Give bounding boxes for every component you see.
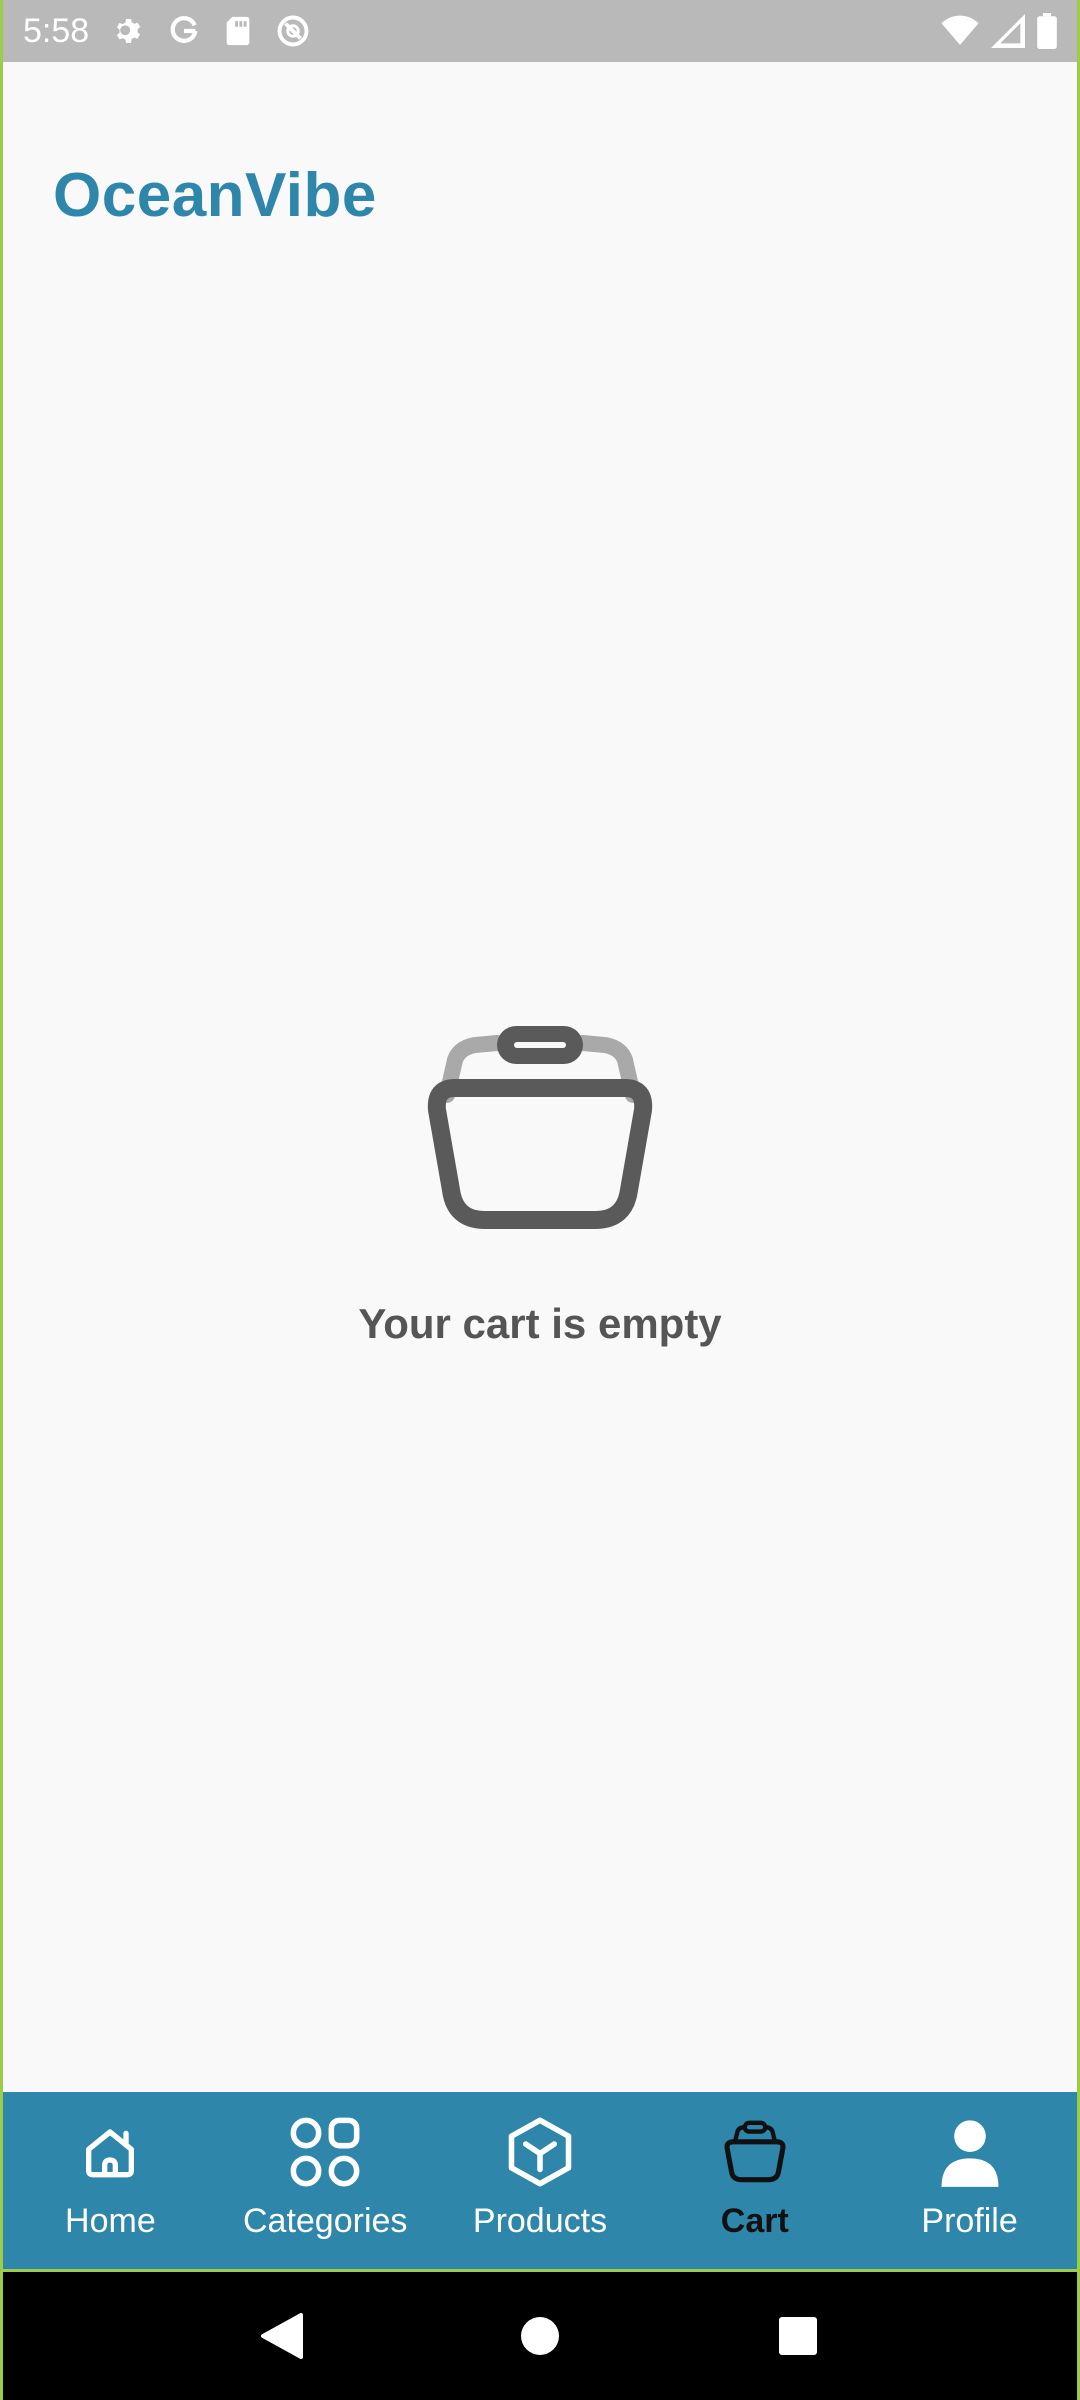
basket-icon: [425, 1010, 655, 1240]
wifi-icon: [941, 14, 979, 48]
nav-item-profile[interactable]: Profile: [862, 2092, 1077, 2269]
signal-icon: [991, 14, 1025, 48]
nav-label-profile: Profile: [921, 2202, 1018, 2240]
grid-icon: [285, 2112, 365, 2192]
empty-cart-message: Your cart is empty: [358, 1300, 722, 1347]
nav-label-categories: Categories: [242, 2202, 408, 2240]
nav-item-home[interactable]: Home: [3, 2092, 218, 2269]
nav-item-cart[interactable]: Cart: [647, 2092, 862, 2269]
nav-label-cart: Cart: [720, 2202, 789, 2240]
status-icons-right: [941, 13, 1057, 49]
nav-label-home: Home: [65, 2202, 156, 2240]
sd-card-icon: [223, 14, 253, 48]
back-icon[interactable]: [252, 2306, 312, 2366]
system-navigation-bar: [3, 2272, 1077, 2400]
status-bar: 5:58: [3, 0, 1077, 62]
empty-cart-state: Your cart is empty: [3, 1010, 1077, 1348]
status-time: 5:58: [23, 11, 90, 50]
do-not-disturb-icon: [275, 13, 311, 49]
bottom-navigation: Home Categories Products Cart Profile: [3, 2092, 1077, 2272]
basket-icon: [715, 2112, 795, 2192]
home-icon: [70, 2112, 150, 2192]
nav-item-products[interactable]: Products: [433, 2092, 648, 2269]
status-icons-left: [111, 13, 311, 49]
cart-screen: 5:58 OceanVibe Your cart is empty Home C…: [0, 0, 1080, 2400]
home-circle-icon[interactable]: [510, 2306, 570, 2366]
google-icon: [167, 14, 201, 48]
recents-icon[interactable]: [768, 2306, 828, 2366]
gear-icon: [111, 14, 145, 48]
box-icon: [500, 2112, 580, 2192]
app-title: OceanVibe: [53, 161, 377, 230]
nav-item-categories[interactable]: Categories: [218, 2092, 433, 2269]
battery-icon: [1037, 13, 1057, 49]
nav-label-products: Products: [472, 2202, 608, 2240]
person-icon: [930, 2112, 1010, 2192]
